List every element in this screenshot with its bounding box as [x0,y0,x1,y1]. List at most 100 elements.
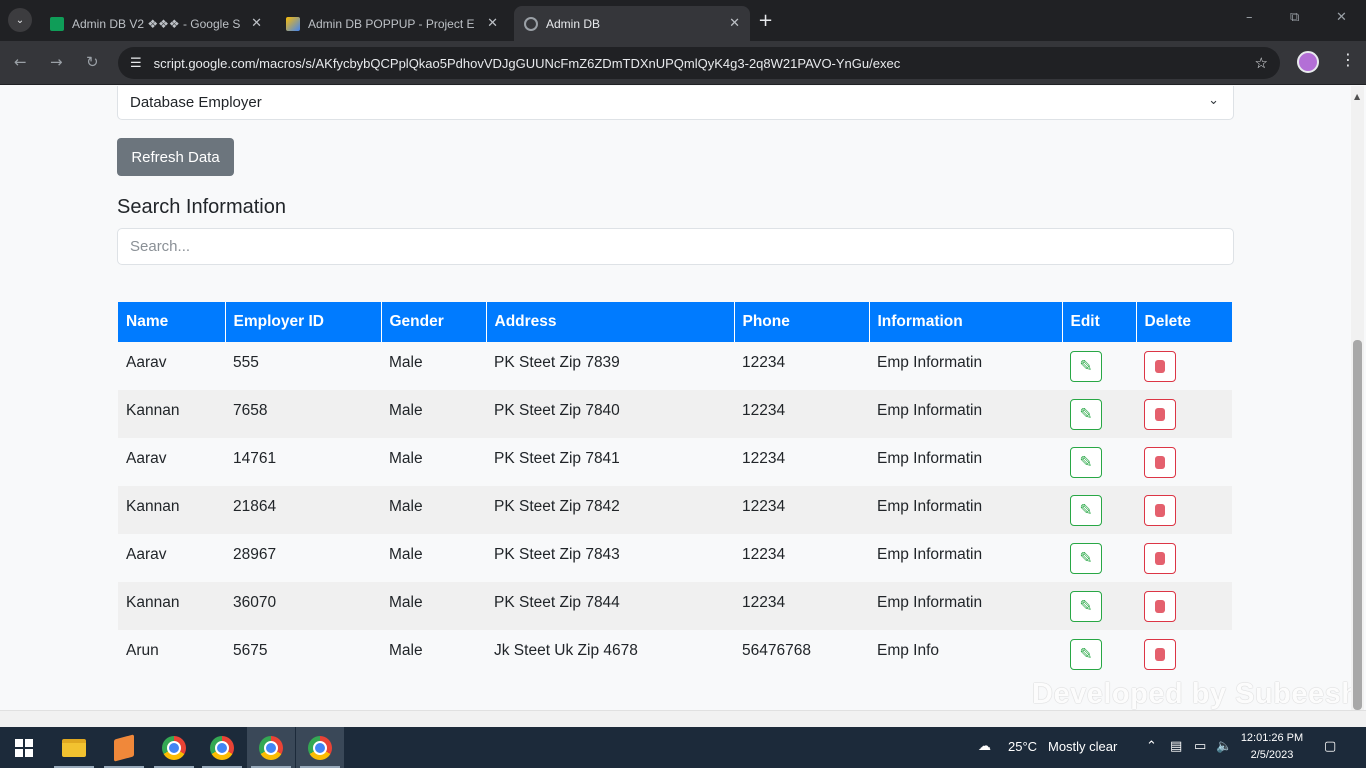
edit-button[interactable]: ✎ [1070,639,1102,670]
cell-name: Kannan [126,498,180,515]
delete-button[interactable] [1144,447,1176,478]
clock-date: 2/5/2023 [1250,749,1294,761]
cell-phone: 56476768 [742,642,811,659]
database-select[interactable]: Database Employer ⌄ [117,86,1234,120]
tab-admin-db[interactable]: Admin DB ✕ [514,6,750,41]
delete-button[interactable] [1144,543,1176,574]
reload-icon[interactable]: ↻ [86,53,99,71]
start-button[interactable] [0,727,48,768]
vertical-scrollbar[interactable]: ▲ [1351,86,1364,710]
sheets-icon [50,16,64,31]
close-tab-icon[interactable]: ✕ [251,16,262,31]
network-icon[interactable]: ▤ [1170,739,1182,754]
col-edit: Edit [1062,302,1137,342]
scrollbar-thumb[interactable] [1353,340,1362,710]
edit-button[interactable]: ✎ [1070,447,1102,478]
close-tab-icon[interactable]: ✕ [729,16,740,31]
developer-watermark: Developed by Subeesh [1032,678,1360,710]
close-window-icon[interactable]: ✕ [1336,10,1347,25]
show-hidden-icons-icon[interactable]: ⌃ [1146,739,1157,754]
windows-start-icon [15,738,33,757]
table-header-row: Name Employer ID Gender Address Phone In… [118,302,1232,342]
cell-address: PK Steet Zip 7844 [494,594,620,611]
trash-icon [1155,648,1165,661]
cell-employer-id: 555 [233,354,259,371]
browser-menu-icon[interactable]: ⋮ [1340,50,1356,69]
edit-button[interactable]: ✎ [1070,543,1102,574]
edit-button[interactable]: ✎ [1070,399,1102,430]
col-information: Information [869,302,1063,342]
trash-icon [1155,360,1165,373]
cell-employer-id: 14761 [233,450,277,467]
new-tab-button[interactable]: + [758,10,773,31]
weather-temp[interactable]: 25°C [1008,739,1037,754]
delete-button[interactable] [1144,639,1176,670]
notifications-icon[interactable]: ▢ [1324,739,1336,754]
back-icon[interactable]: ← [14,53,27,71]
cell-address: PK Steet Zip 7843 [494,546,620,563]
delete-button[interactable] [1144,399,1176,430]
table-row: Kannan 21864 Male PK Steet Zip 7842 1223… [118,486,1232,534]
taskbar-chrome-2[interactable] [198,727,246,768]
trash-icon [1155,408,1165,421]
edit-button[interactable]: ✎ [1070,351,1102,382]
cell-address: Jk Steet Uk Zip 4678 [494,642,638,659]
cell-gender: Male [389,498,423,515]
bookmark-star-icon[interactable]: ☆ [1255,54,1268,72]
browser-toolbar: ← → ↻ ☰ script.google.com/macros/s/AKfyc… [0,41,1366,85]
trash-icon [1155,456,1165,469]
restore-icon[interactable]: ⧉ [1290,10,1299,25]
volume-icon[interactable]: 🔈 [1216,739,1232,754]
cell-name: Aarav [126,546,167,563]
tab-admin-db-poppup[interactable]: Admin DB POPPUP - Project E ✕ [276,6,508,41]
trash-icon [1155,504,1165,517]
cell-address: PK Steet Zip 7839 [494,354,620,371]
cell-employer-id: 7658 [233,402,268,419]
site-info-icon[interactable]: ☰ [130,56,142,71]
tab-admin-db-v2[interactable]: Admin DB V2 ❖❖❖ - Google S ✕ [40,6,272,41]
cell-phone: 12234 [742,402,786,419]
sublime-text-icon [114,733,134,762]
cell-phone: 12234 [742,546,786,563]
cell-name: Aarav [126,450,167,467]
edit-button[interactable]: ✎ [1070,495,1102,526]
battery-icon[interactable]: ▭ [1194,739,1206,754]
close-tab-icon[interactable]: ✕ [487,16,498,31]
database-select-value: Database Employer [130,94,262,111]
edit-button[interactable]: ✎ [1070,591,1102,622]
clock-time: 12:01:26 PM [1240,732,1304,744]
delete-button[interactable] [1144,495,1176,526]
cell-information: Emp Informatin [877,450,983,467]
search-heading: Search Information [117,196,286,218]
weather-icon[interactable]: ☁ [978,739,991,754]
delete-button[interactable] [1144,351,1176,382]
search-input[interactable] [117,228,1234,265]
tab-search-icon[interactable]: ⌄ [8,8,32,32]
col-address: Address [486,302,735,342]
cell-name: Aarav [126,354,167,371]
address-bar[interactable]: ☰ script.google.com/macros/s/AKfycbybQCP… [118,47,1280,79]
taskbar-chrome-3[interactable] [247,727,295,768]
horizontal-scrollbar[interactable] [0,710,1366,727]
forward-icon[interactable]: → [50,53,63,71]
cell-phone: 12234 [742,498,786,515]
cell-employer-id: 36070 [233,594,277,611]
url-text[interactable]: script.google.com/macros/s/AKfycbybQCPpl… [154,56,1214,71]
profile-avatar[interactable] [1297,51,1319,73]
taskbar-file-explorer[interactable] [50,727,98,768]
taskbar-clock[interactable]: 12:01:26 PM 2/5/2023 [1240,730,1304,764]
scroll-up-icon[interactable]: ▲ [1354,92,1360,101]
taskbar-chrome-4[interactable] [296,727,344,768]
cell-gender: Male [389,450,423,467]
cell-information: Emp Info [877,642,940,659]
taskbar-chrome-1[interactable] [150,727,198,768]
cell-name: Kannan [126,594,180,611]
cell-gender: Male [389,642,423,659]
minimize-icon[interactable]: – [1246,10,1253,25]
cell-information: Emp Informatin [877,546,983,563]
weather-condition[interactable]: Mostly clear [1048,739,1117,754]
taskbar-sublime-text[interactable] [100,727,148,768]
delete-button[interactable] [1144,591,1176,622]
refresh-data-button[interactable]: Refresh Data [117,138,234,176]
cell-name: Arun [126,642,159,659]
